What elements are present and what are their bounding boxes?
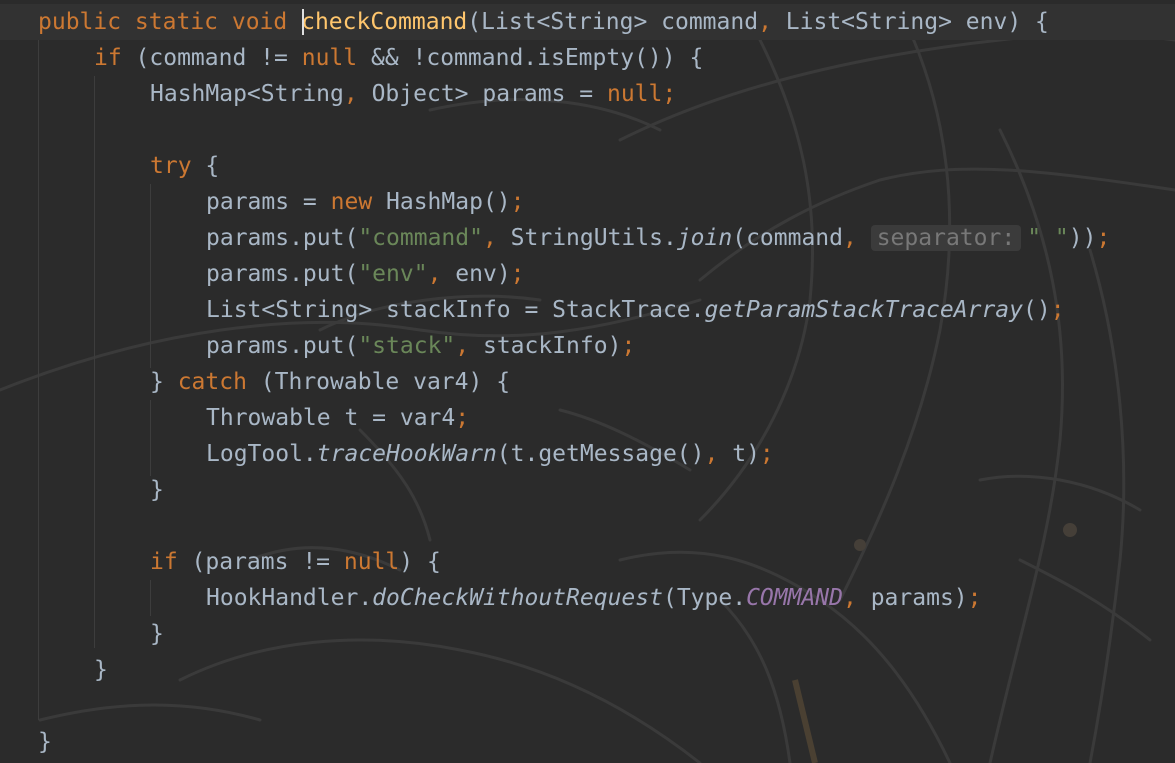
code-token: { [205, 153, 220, 179]
code-token: ; [1096, 225, 1111, 251]
code-token: join [676, 225, 733, 251]
code-editor[interactable]: public static void checkCommand(List<Str… [0, 0, 1175, 763]
code-token: (t.getMessage() [496, 441, 705, 467]
code-token: params.put( [206, 333, 359, 359]
code-token: LogTool. [206, 441, 317, 467]
code-line[interactable]: params.put("env", env); [206, 256, 525, 292]
code-token: Throwable t = var4 [206, 405, 456, 431]
code-token: , [758, 9, 786, 35]
indent-guide [150, 580, 151, 616]
indent-guide [38, 40, 39, 720]
code-line[interactable]: } catch (Throwable var4) { [150, 364, 510, 400]
code-line[interactable]: if (command != null && !command.isEmpty(… [94, 40, 703, 76]
parameter-hint: separator: [870, 225, 1022, 251]
code-token: (Throwable var4) { [260, 369, 511, 395]
code-line[interactable]: params = new HashMap(); [206, 184, 525, 220]
code-token: if [94, 45, 136, 71]
code-token: (Type. [662, 585, 747, 611]
code-line[interactable]: Throwable t = var4; [206, 400, 469, 436]
code-token: t) [732, 441, 760, 467]
code-token: ; [759, 441, 774, 467]
code-token: doCheckWithoutRequest [372, 585, 663, 611]
code-token: if [150, 549, 192, 575]
code-token: && !command.isEmpty()) { [370, 45, 704, 71]
code-token: ; [1050, 297, 1065, 323]
code-token: ; [967, 585, 982, 611]
code-token: null; [606, 81, 677, 107]
indent-guide [150, 184, 151, 368]
code-token: " " [1027, 225, 1069, 251]
code-token: HashMap<String [150, 81, 344, 107]
code-line[interactable]: } [150, 472, 164, 508]
code-token: )) [1068, 225, 1097, 251]
code-token: "stack" [358, 333, 456, 359]
text-cursor [302, 9, 304, 35]
code-line[interactable]: if (params != null) { [150, 544, 441, 580]
code-line[interactable]: HashMap<String, Object> params = null; [150, 76, 676, 112]
code-token: } [150, 621, 164, 647]
code-token: ; [621, 333, 636, 359]
code-token: StringUtils. [510, 225, 677, 251]
code-token: ) { [399, 549, 441, 575]
code-token: new [330, 189, 387, 215]
code-token: getParamStackTraceArray [704, 297, 1024, 323]
code-token: } [150, 369, 178, 395]
code-token: , [343, 81, 372, 107]
code-token: (command != [135, 45, 302, 71]
code-token: ; [455, 405, 470, 431]
code-token: , [482, 225, 511, 251]
code-token: ; [510, 189, 525, 215]
code-token: } [38, 729, 52, 755]
code-line[interactable]: params.put("stack", stackInfo); [206, 328, 635, 364]
code-token: , [455, 333, 483, 359]
code-token: HashMap() [386, 189, 511, 215]
code-token: (params != [191, 549, 344, 575]
code-token: public static void [38, 9, 302, 35]
code-token: try [150, 153, 206, 179]
code-line[interactable]: try { [150, 148, 219, 184]
code-line[interactable]: List<String> stackInfo = StackTrace.getP… [206, 292, 1065, 328]
code-token: traceHookWarn [316, 441, 497, 467]
code-token: , [704, 441, 733, 467]
indent-guide [94, 76, 95, 648]
code-token: ; [510, 261, 525, 287]
code-token: , [843, 585, 871, 611]
code-token: "env" [358, 261, 428, 287]
code-token: () [1023, 297, 1051, 323]
code-line[interactable]: public static void checkCommand(List<Str… [38, 4, 1049, 40]
code-token: List<String> stackInfo = StackTrace. [206, 297, 705, 323]
code-token: Object> params = [371, 81, 607, 107]
code-line[interactable]: HookHandler.doCheckWithoutRequest(Type.C… [206, 580, 982, 616]
code-token: (command [732, 225, 843, 251]
code-token: "command" [358, 225, 483, 251]
code-line[interactable]: } [38, 724, 52, 760]
code-line[interactable]: } [150, 616, 164, 652]
code-line[interactable]: } [94, 652, 108, 688]
code-token: (List<String> command [467, 9, 759, 35]
code-token: catch [177, 369, 261, 395]
code-token: stackInfo) [482, 333, 622, 359]
code-token: checkCommand [301, 9, 468, 35]
code-token: HookHandler. [206, 585, 373, 611]
code-token: params = [206, 189, 331, 215]
code-token: } [94, 657, 108, 683]
code-token: , [843, 225, 871, 251]
code-line[interactable]: params.put("command", StringUtils.join(c… [206, 220, 1110, 256]
code-token: env) [455, 261, 511, 287]
indent-guide [150, 400, 151, 476]
code-token: , [427, 261, 456, 287]
code-token: null [343, 549, 400, 575]
code-token: params.put( [206, 225, 359, 251]
code-token: List<String> env) { [785, 9, 1049, 35]
code-token: } [150, 477, 164, 503]
code-token: null [301, 45, 371, 71]
code-token: params) [870, 585, 968, 611]
code-line[interactable]: LogTool.traceHookWarn(t.getMessage(), t)… [206, 436, 774, 472]
code-token: COMMAND [746, 585, 843, 611]
code-token: params.put( [206, 261, 359, 287]
